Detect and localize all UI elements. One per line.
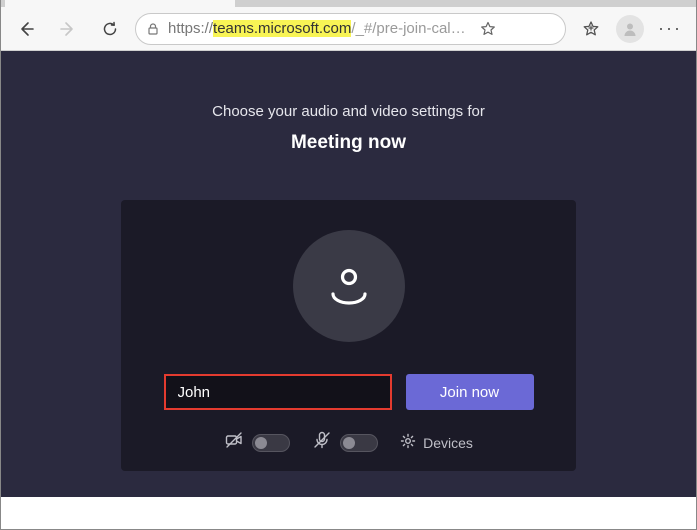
teams-prejoin-page: Choose your audio and video settings for…	[1, 51, 696, 497]
gear-icon	[400, 433, 416, 452]
camera-toggle[interactable]	[252, 434, 290, 452]
browser-tab-strip: T Meeting | Microsoft Teams	[1, 0, 696, 7]
more-menu-button[interactable]: ···	[652, 18, 688, 39]
join-now-button[interactable]: Join now	[406, 374, 534, 410]
browser-toolbar: https://teams.microsoft.com/_#/pre-join-…	[1, 7, 696, 51]
devices-label: Devices	[423, 435, 473, 451]
mic-toggle[interactable]	[340, 434, 378, 452]
name-input[interactable]	[166, 376, 390, 408]
refresh-button[interactable]	[93, 12, 127, 46]
profile-avatar[interactable]	[616, 15, 644, 43]
camera-off-icon	[224, 430, 244, 455]
video-preview-panel: Join now Devices	[121, 200, 576, 471]
mic-control	[312, 430, 378, 455]
window-close-button[interactable]	[650, 0, 696, 1]
meeting-title: Meeting now	[291, 132, 406, 154]
lock-icon	[146, 22, 160, 36]
prejoin-subtitle: Choose your audio and video settings for	[212, 103, 485, 120]
participant-avatar-placeholder	[293, 230, 405, 342]
favorite-button[interactable]	[474, 21, 496, 37]
collections-button[interactable]	[574, 12, 608, 46]
back-button[interactable]	[9, 12, 43, 46]
new-tab-button[interactable]	[241, 0, 271, 7]
browser-tab-active[interactable]: T Meeting | Microsoft Teams	[5, 0, 235, 7]
camera-control	[224, 430, 290, 455]
join-row: Join now	[149, 374, 548, 410]
mic-off-icon	[312, 430, 332, 455]
url-text: https://teams.microsoft.com/_#/pre-join-…	[168, 20, 466, 37]
window-minimize-button[interactable]	[558, 0, 604, 1]
device-controls: Devices	[224, 430, 473, 455]
devices-button[interactable]: Devices	[400, 433, 473, 452]
window-maximize-button[interactable]	[604, 0, 650, 1]
forward-button[interactable]	[51, 12, 85, 46]
address-bar[interactable]: https://teams.microsoft.com/_#/pre-join-…	[135, 13, 566, 45]
name-input-highlight	[164, 374, 392, 410]
